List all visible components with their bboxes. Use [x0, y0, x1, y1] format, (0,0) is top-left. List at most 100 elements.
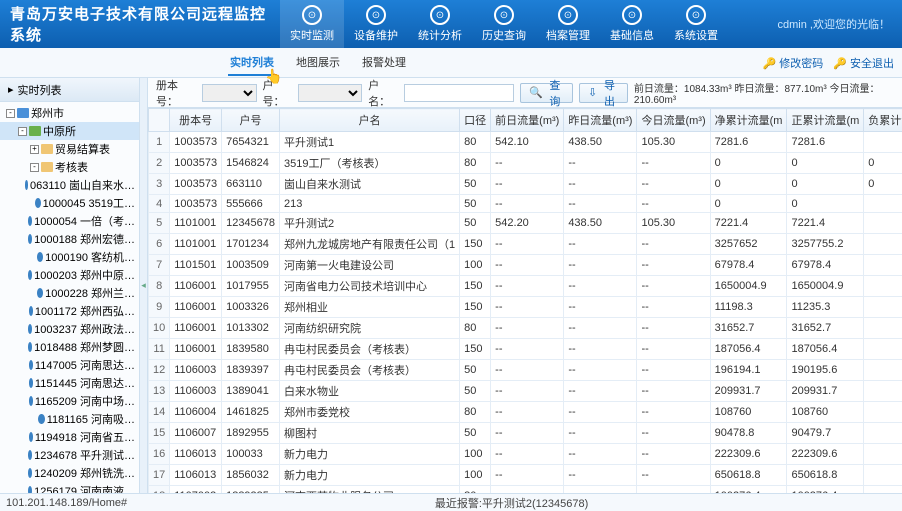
col-header[interactable]: 负累计流量(m	[864, 109, 902, 132]
cell: 1856032	[222, 465, 280, 486]
sidebar-collapse-handle[interactable]: ◂	[140, 78, 148, 493]
table-row[interactable]: 110035737654321平升测试180542.10438.50105.30…	[149, 132, 902, 153]
nav-item[interactable]: ⊙统计分析	[408, 0, 472, 48]
nav-icon: ⊙	[622, 5, 642, 25]
key-icon[interactable]: 🔑 修改密码	[762, 55, 823, 71]
cell: 0	[710, 195, 787, 213]
cell: --	[491, 234, 564, 255]
nav-item[interactable]: ⊙档案管理	[536, 0, 600, 48]
table-row[interactable]: 5110100112345678平升测试250542.20438.50105.3…	[149, 213, 902, 234]
tree-node[interactable]: -中原所	[0, 122, 139, 140]
app-title: 青岛万安电子技术有限公司远程监控系统	[0, 3, 280, 45]
tree-node[interactable]: 1000045 3519工…	[0, 194, 139, 212]
cell: --	[491, 195, 564, 213]
tree-node[interactable]: 1151445 河南思达…	[0, 374, 139, 392]
table-row[interactable]: 611010011701234郑州九龙城房地产有限责任公司（1150------…	[149, 234, 902, 255]
col-header[interactable]: 户名	[280, 109, 460, 132]
cell: --	[564, 360, 637, 381]
table-row[interactable]: 1811070031889385河南西茂物业服务公司80------100276…	[149, 486, 902, 494]
tree-node[interactable]: -郑州市	[0, 104, 139, 122]
cell: 555666	[222, 195, 280, 213]
cell: --	[564, 195, 637, 213]
tree-node[interactable]: 1001172 郑州西弘…	[0, 302, 139, 320]
tree-expand-icon[interactable]: -	[30, 163, 39, 172]
export-button[interactable]: ⇩导出	[579, 83, 628, 103]
tree-node[interactable]: 1194918 河南省五…	[0, 428, 139, 446]
nav-item[interactable]: ⊙设备维护	[344, 0, 408, 48]
table-row[interactable]: 1111060011839580冉屯村民委员会（考核表）150------187…	[149, 339, 902, 360]
cell: 50	[460, 195, 491, 213]
table-row[interactable]: 1511060071892955柳图村50------90478.890479.…	[149, 423, 902, 444]
tree-expand-icon[interactable]: -	[18, 127, 27, 136]
tree-node[interactable]: 1018488 郑州梦圆…	[0, 338, 139, 356]
tree-node[interactable]: 1256179 河南南液…	[0, 482, 139, 493]
table-row[interactable]: 911060011003326郑州相业150------11198.311235…	[149, 297, 902, 318]
nav-item[interactable]: ⊙历史查询	[472, 0, 536, 48]
col-header[interactable]: 册本号	[170, 109, 222, 132]
cell	[864, 486, 902, 494]
cell: 50	[460, 381, 491, 402]
tree-node[interactable]: 1000190 客纺机…	[0, 248, 139, 266]
col-header[interactable]: 前日流量(m³)	[491, 109, 564, 132]
cell-rownum: 13	[149, 381, 170, 402]
subnav-item[interactable]: 地图展示	[294, 50, 342, 76]
main-nav: ⊙实时监测⊙设备维护⊙统计分析⊙历史查询⊙档案管理⊙基础信息⊙系统设置	[280, 0, 728, 48]
table-row[interactable]: 1211060031839397冉屯村民委员会（考核表）50------1961…	[149, 360, 902, 381]
col-header[interactable]: 正累计流量(m	[787, 109, 864, 132]
acct-select[interactable]	[298, 84, 362, 102]
tree-node[interactable]: 1165209 河南中场…	[0, 392, 139, 410]
subnav-item[interactable]: 报警处理	[360, 50, 408, 76]
cell: 河南省电力公司技术培训中心	[280, 276, 460, 297]
tree-node[interactable]: 1147005 河南思达…	[0, 356, 139, 374]
table-row[interactable]: 711015011003509河南第一火电建设公司100------67978.…	[149, 255, 902, 276]
nav-label: 设备维护	[354, 27, 398, 43]
cell-rownum: 6	[149, 234, 170, 255]
table-row[interactable]: 2100357315468243519工厂（考核表）80------0000	[149, 153, 902, 174]
tree-node[interactable]: 063110 崮山自来水…	[0, 176, 139, 194]
tree-node[interactable]: 1234678 平升测试…	[0, 446, 139, 464]
tree-node[interactable]: -考核表	[0, 158, 139, 176]
table-row[interactable]: 811060011017955河南省电力公司技术培训中心150------165…	[149, 276, 902, 297]
col-rownum	[149, 109, 170, 132]
col-header[interactable]: 户号	[222, 109, 280, 132]
search-button[interactable]: 🔍查询	[520, 83, 573, 103]
col-header[interactable]: 净累计流量(m	[710, 109, 787, 132]
cell: --	[637, 444, 710, 465]
tree-node[interactable]: 1181165 河南吸…	[0, 410, 139, 428]
table-row[interactable]: 31003573663110崮山自来水测试50------00002015-12…	[149, 174, 902, 195]
nav-item[interactable]: ⊙系统设置	[664, 0, 728, 48]
cell: 1106001	[170, 297, 222, 318]
status-bar: 101.201.148.189/Home# 最近报警:平升测试2(1234567…	[0, 493, 902, 511]
tree-node[interactable]: 1240209 郑州铣洗…	[0, 464, 139, 482]
tree-node[interactable]: 1000054 一倍（考…	[0, 212, 139, 230]
table-row[interactable]: 1011060011013302河南纺织研究院80------31652.731…	[149, 318, 902, 339]
col-header[interactable]: 口径	[460, 109, 491, 132]
nav-item[interactable]: ⊙实时监测	[280, 0, 344, 48]
table-row[interactable]: 1411060041461825郑州市委党校80------1087601087…	[149, 402, 902, 423]
nav-item[interactable]: ⊙基础信息	[600, 0, 664, 48]
meter-icon	[28, 468, 32, 478]
name-input[interactable]	[404, 84, 514, 102]
lock-icon[interactable]: 🔑 安全退出	[833, 55, 894, 71]
sidebar-tab[interactable]: ▸ 实时列表	[0, 78, 139, 102]
table-row[interactable]: 4100357355566621350------000	[149, 195, 902, 213]
cell: 90478.8	[710, 423, 787, 444]
cell: 河南纺织研究院	[280, 318, 460, 339]
tree-node[interactable]: +贸易结算表	[0, 140, 139, 158]
cell: --	[637, 297, 710, 318]
tree-node[interactable]: 1003237 郑州政法…	[0, 320, 139, 338]
table-row[interactable]: 161106013100033新力电力100------222309.62223…	[149, 444, 902, 465]
book-select[interactable]	[202, 84, 257, 102]
nav-label: 档案管理	[546, 27, 590, 43]
col-header[interactable]: 今日流量(m³)	[637, 109, 710, 132]
tree-node[interactable]: 1000203 郑州中原…	[0, 266, 139, 284]
cell: --	[637, 153, 710, 174]
col-header[interactable]: 昨日流量(m³)	[564, 109, 637, 132]
table-row[interactable]: 1311060031389041白来水物业50------209931.7209…	[149, 381, 902, 402]
tree-node[interactable]: 1000188 郑州宏德…	[0, 230, 139, 248]
table-row[interactable]: 1711060131856032新力电力100------650618.8650…	[149, 465, 902, 486]
tree-expand-icon[interactable]: -	[6, 109, 15, 118]
tree-expand-icon[interactable]: +	[30, 145, 39, 154]
tree-node[interactable]: 1000228 郑州兰…	[0, 284, 139, 302]
subnav-item[interactable]: 实时列表	[228, 50, 276, 76]
